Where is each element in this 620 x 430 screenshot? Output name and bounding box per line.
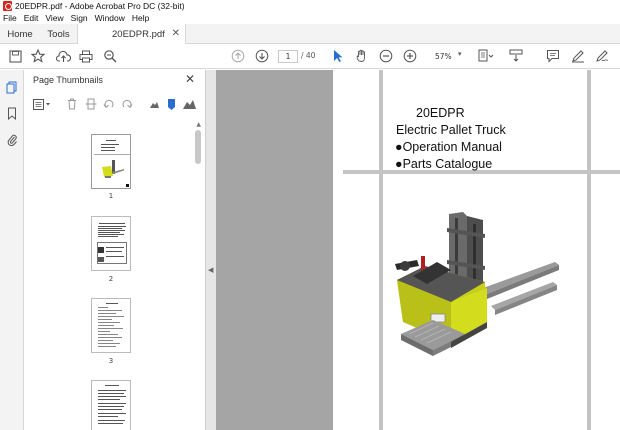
document-model-title: 20EDPR [416, 106, 465, 120]
acrobat-icon [3, 1, 12, 11]
thumbnail-toolbar [24, 94, 206, 116]
document-item: ●Parts Catalogue [395, 157, 493, 171]
comment-icon[interactable] [545, 48, 561, 64]
scrollbar-thumb[interactable] [195, 130, 201, 164]
tab-home[interactable]: Home [0, 24, 40, 44]
close-tab-icon[interactable]: ✕ [172, 28, 180, 39]
save-icon[interactable] [7, 48, 23, 64]
delete-page-icon[interactable] [67, 97, 77, 111]
select-cursor-icon[interactable] [330, 48, 346, 64]
page-thumbnails-icon[interactable] [5, 80, 19, 94]
thumbnail-page-3[interactable] [91, 298, 131, 353]
scroll-mode-icon[interactable] [508, 48, 524, 64]
bookmark-star-icon[interactable] [30, 48, 46, 64]
document-item: ●Operation Manual [395, 140, 502, 154]
thumbnail-size-large-icon[interactable] [183, 97, 196, 111]
upload-cloud-icon[interactable] [55, 48, 71, 64]
window-title: 20EDPR.pdf - Adobe Acrobat Pro DC (32-bi… [15, 1, 185, 11]
tab-bar: Home Tools 20EDPR.pdf ✕ [0, 24, 620, 44]
attachments-paperclip-icon[interactable] [5, 132, 19, 146]
page-thumbnails-panel: Page Thumbnails ✕ ▲ 1 2 3 [24, 70, 206, 430]
panel-collapse-handle[interactable]: ◀ [206, 70, 216, 430]
rotate-left-icon[interactable] [103, 97, 115, 111]
pen-highlight-icon[interactable] [570, 48, 586, 64]
thumbnail-page-4[interactable] [91, 380, 131, 430]
pdf-page[interactable]: 20EDPR Electric Pallet Truck ●Operation … [333, 70, 620, 430]
menu-window[interactable]: Window [95, 13, 125, 23]
thumbnail-options-icon[interactable] [33, 97, 51, 111]
document-view[interactable]: 20EDPR Electric Pallet Truck ●Operation … [216, 70, 620, 430]
close-icon[interactable]: ✕ [185, 72, 195, 86]
thumbnail-page-1[interactable] [91, 134, 131, 189]
tab-document-label: 20EDPR.pdf [112, 28, 165, 40]
thumbnail-label: 3 [108, 357, 114, 365]
main-toolbar: 1 / 40 57% ▾ [0, 44, 620, 69]
menu-view[interactable]: View [45, 13, 63, 23]
previous-page-icon[interactable] [230, 48, 246, 64]
hand-tool-icon[interactable] [354, 48, 370, 64]
page-divider [587, 70, 591, 430]
zoom-in-icon[interactable] [402, 48, 418, 64]
page-fit-icon[interactable] [478, 48, 494, 64]
chevron-down-icon[interactable]: ▾ [458, 50, 462, 58]
menu-edit[interactable]: Edit [24, 13, 39, 23]
page-total: / 40 [301, 51, 316, 60]
thumbnail-size-slider-icon[interactable] [167, 97, 176, 111]
thumbnail-label: 1 [108, 192, 114, 200]
page-divider [379, 70, 383, 430]
print-icon[interactable] [78, 48, 94, 64]
page-number-input[interactable]: 1 [278, 50, 298, 63]
navigation-rail [0, 70, 24, 430]
thumbnail-scrollbar[interactable] [195, 124, 201, 430]
tab-tools[interactable]: Tools [40, 24, 77, 44]
title-bar: 20EDPR.pdf - Adobe Acrobat Pro DC (32-bi… [0, 0, 620, 12]
zoom-out-icon[interactable] [378, 48, 394, 64]
thumbnail-size-small-icon[interactable] [150, 97, 159, 111]
menu-sign[interactable]: Sign [71, 13, 88, 23]
chevron-left-icon[interactable]: ◀ [208, 266, 213, 274]
pallet-truck-image [395, 212, 559, 356]
tab-document[interactable]: 20EDPR.pdf ✕ [77, 24, 186, 44]
next-page-icon[interactable] [254, 48, 270, 64]
find-search-icon[interactable] [102, 48, 118, 64]
sign-icon[interactable] [594, 48, 610, 64]
menu-file[interactable]: File [3, 13, 17, 23]
rotate-right-icon[interactable] [121, 97, 133, 111]
document-product-title: Electric Pallet Truck [396, 123, 506, 137]
thumbnail-page-2[interactable] [91, 216, 131, 271]
bookmarks-icon[interactable] [5, 106, 19, 120]
panel-title: Page Thumbnails [33, 75, 103, 85]
thumbnail-label: 2 [108, 275, 114, 283]
extract-page-icon[interactable] [85, 97, 97, 111]
menu-help[interactable]: Help [132, 13, 149, 23]
menu-bar: File Edit View Sign Window Help [0, 12, 620, 24]
